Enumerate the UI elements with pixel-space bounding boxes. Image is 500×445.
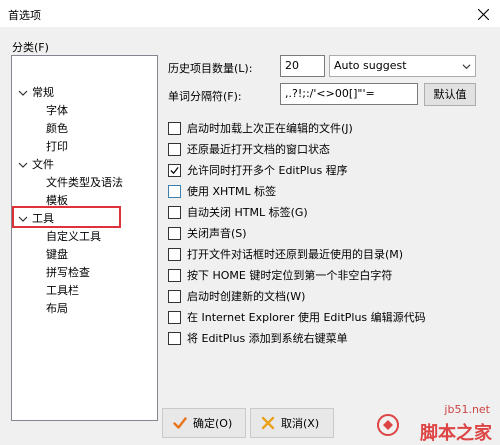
checkbox-box[interactable]: [168, 247, 181, 261]
category-tree[interactable]: 常规 字体 颜色 打印 文件 文件类型及语法 模板 工具 自定义工具 键盘 拼写…: [11, 55, 158, 421]
checkbox-new-doc[interactable]: 启动时创建新的文档(W): [168, 288, 305, 304]
tree-item-toolbar[interactable]: 工具栏: [46, 282, 79, 299]
tree-item-filetypes[interactable]: 文件类型及语法: [46, 174, 123, 191]
window-title: 首选项: [8, 9, 41, 22]
watermark-brand: 脚本之家: [420, 423, 492, 444]
tree-item-print[interactable]: 打印: [46, 138, 68, 155]
checkbox-xhtml[interactable]: 使用 XHTML 标签: [168, 183, 276, 199]
close-button[interactable]: [466, 0, 500, 28]
cancel-button[interactable]: 取消(X): [250, 408, 334, 438]
checkbox-multi-instance[interactable]: 允许同时打开多个 EditPlus 程序: [168, 162, 348, 178]
checkbox-box[interactable]: [168, 142, 181, 156]
cancel-x-icon: [261, 416, 275, 430]
watermark: jb51.net 脚本之家: [376, 403, 496, 444]
checkbox-label: 允许同时打开多个 EditPlus 程序: [187, 164, 348, 177]
tree-item-tools[interactable]: 工具: [32, 210, 54, 227]
checkbox-box[interactable]: [168, 310, 181, 324]
suggest-select[interactable]: Auto suggest: [329, 55, 476, 77]
checkbox-mute[interactable]: 关闭声音(S): [168, 225, 247, 241]
checkbox-label: 关闭声音(S): [187, 227, 247, 240]
expand-caret-icon[interactable]: [18, 160, 28, 170]
checkbox-label: 还原最近打开文档的窗口状态: [187, 143, 330, 156]
checkmark-icon: [170, 166, 179, 174]
suggest-select-value: Auto suggest: [334, 59, 407, 72]
tree-item-color[interactable]: 颜色: [46, 120, 68, 137]
highlight-box: [12, 206, 121, 228]
watermark-logo-icon: [377, 414, 399, 436]
tree-item-custom-tools[interactable]: 自定义工具: [46, 228, 101, 245]
checkbox-box[interactable]: [168, 226, 181, 240]
checkbox-restore-window[interactable]: 还原最近打开文档的窗口状态: [168, 141, 330, 157]
checkbox-box-checked[interactable]: [168, 163, 181, 177]
separator-label: 单词分隔符(F):: [168, 90, 242, 103]
separator-input[interactable]: ,.?!;:/'<>00[]"'=: [280, 83, 418, 105]
tree-item-font[interactable]: 字体: [46, 102, 68, 119]
checkmark-icon: [173, 417, 187, 429]
expand-caret-icon[interactable]: [18, 214, 28, 224]
checkbox-auto-close-html[interactable]: 自动关闭 HTML 标签(G): [168, 204, 308, 220]
history-count-label: 历史项目数量(L):: [168, 62, 253, 75]
tree-item-spellcheck[interactable]: 拼写检查: [46, 264, 90, 281]
checkbox-box[interactable]: [168, 184, 181, 198]
chevron-down-icon: [462, 62, 471, 71]
ok-button-label: 确定(O): [193, 417, 233, 430]
checkbox-reload-last[interactable]: 启动时加载上次正在编辑的文件(J): [168, 120, 353, 136]
watermark-url: jb51.net: [444, 403, 490, 416]
checkbox-home-key[interactable]: 按下 HOME 键时定位到第一个非空白字符: [168, 267, 392, 283]
checkbox-box[interactable]: [168, 121, 181, 135]
checkbox-context-menu[interactable]: 将 EditPlus 添加到系统右键菜单: [168, 330, 348, 346]
title-bar: 首选项: [0, 0, 500, 28]
checkbox-label: 启动时加载上次正在编辑的文件(J): [187, 122, 353, 135]
checkbox-label: 打开文件对话框时还原到最近使用的目录(M): [187, 248, 404, 261]
tree-item-general[interactable]: 常规: [32, 84, 54, 101]
checkbox-label: 自动关闭 HTML 标签(G): [187, 206, 308, 219]
checkbox-label: 将 EditPlus 添加到系统右键菜单: [187, 332, 348, 345]
checkbox-label: 在 Internet Explorer 使用 EditPlus 编辑源代码: [187, 311, 426, 324]
tree-item-layout[interactable]: 布局: [46, 300, 68, 317]
checkbox-label: 启动时创建新的文档(W): [187, 290, 306, 303]
cancel-button-label: 取消(X): [281, 417, 320, 430]
checkbox-box[interactable]: [168, 331, 181, 345]
ok-button[interactable]: 确定(O): [162, 408, 246, 438]
checkbox-label: 使用 XHTML 标签: [187, 185, 277, 198]
default-button[interactable]: 默认值: [424, 83, 476, 106]
checkbox-box[interactable]: [168, 289, 181, 303]
history-count-input[interactable]: 20: [280, 55, 325, 77]
expand-caret-icon[interactable]: [18, 88, 28, 98]
tree-item-keyboard[interactable]: 键盘: [46, 246, 68, 263]
checkbox-label: 按下 HOME 键时定位到第一个非空白字符: [187, 269, 393, 282]
checkbox-box[interactable]: [168, 268, 181, 282]
checkbox-ie-source[interactable]: 在 Internet Explorer 使用 EditPlus 编辑源代码: [168, 309, 426, 325]
category-label: 分类(F): [12, 41, 49, 54]
close-icon: [477, 8, 489, 20]
dialog-body: 分类(F) 常规 字体 颜色 打印 文件 文件类型及语法 模板 工具 自定义工具…: [0, 28, 500, 445]
checkbox-restore-dir[interactable]: 打开文件对话框时还原到最近使用的目录(M): [168, 246, 403, 262]
tree-item-file[interactable]: 文件: [32, 156, 54, 173]
checkbox-box[interactable]: [168, 205, 181, 219]
